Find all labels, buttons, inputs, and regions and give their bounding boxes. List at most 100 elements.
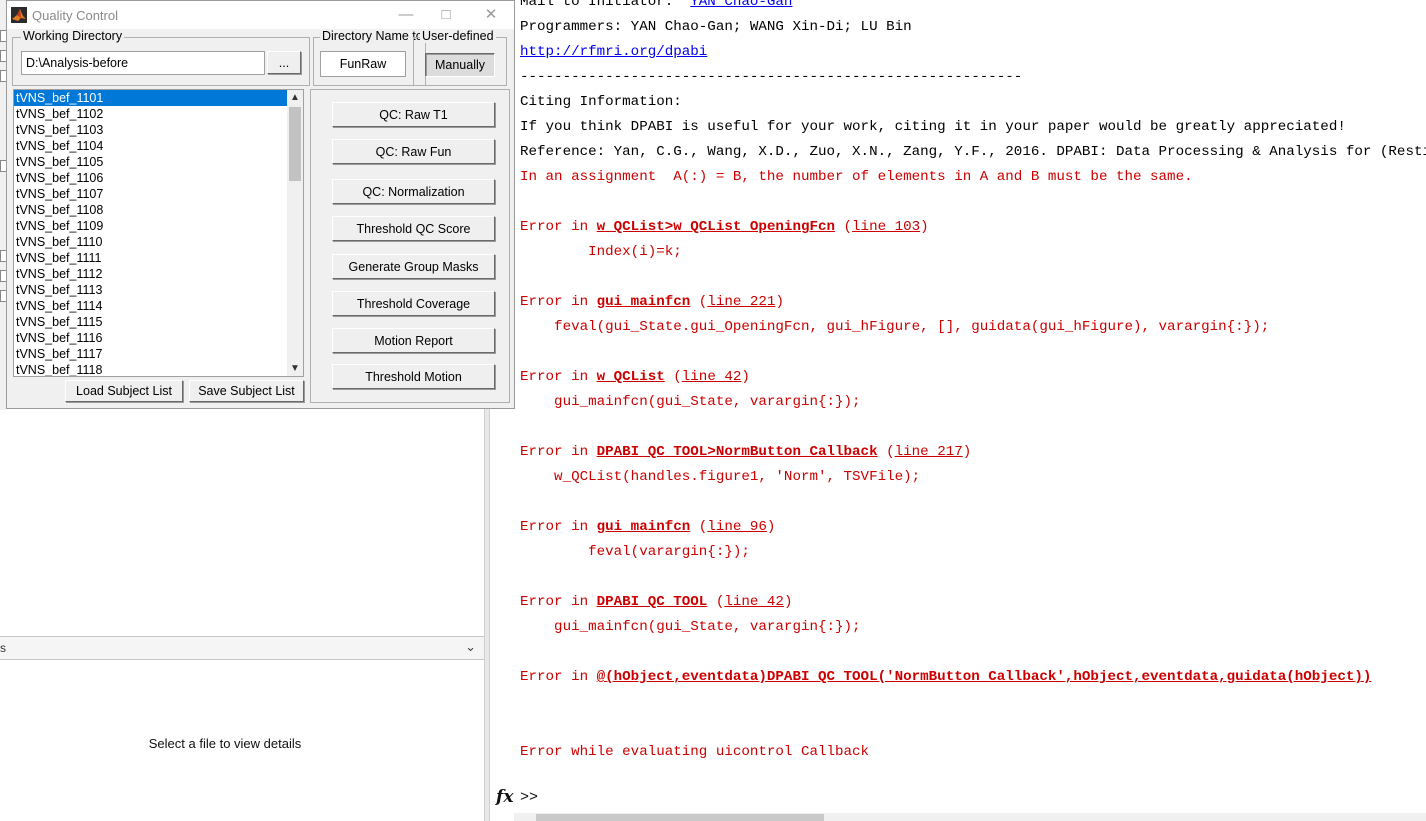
command-link[interactable]: @(hObject,eventdata)DPABI_QC_TOOL('NormB… (597, 669, 1372, 685)
manually-button[interactable]: Manually (425, 53, 495, 77)
command-text: Mail to Initiator: (520, 0, 691, 10)
subject-list-item[interactable]: tVNS_bef_1116 (14, 330, 303, 346)
maximize-icon[interactable]: □ (431, 4, 461, 26)
scroll-up-icon[interactable]: ▲ (287, 90, 303, 105)
subject-list-item[interactable]: tVNS_bef_1105 (14, 154, 303, 170)
qc-action-button[interactable]: Threshold Motion (332, 364, 495, 389)
command-link[interactable]: http://rfmri.org/dpabi (520, 44, 707, 60)
command-line: Error in DPABI_QC_TOOL>NormButton_Callba… (520, 440, 1426, 465)
command-text: ) (920, 219, 929, 235)
command-link[interactable]: line 42 (724, 594, 784, 610)
command-line: feval(varargin{:}); (520, 540, 1426, 565)
details-header-label: s (0, 641, 6, 655)
command-line: Error in DPABI_QC_TOOL (line 42) (520, 590, 1426, 615)
subject-list-scrollbar[interactable]: ▲ ▼ (287, 90, 303, 376)
command-line: Error while evaluating uicontrol Callbac… (520, 740, 1426, 765)
working-directory-label: Working Directory (21, 29, 125, 43)
qc-action-button[interactable]: Generate Group Masks (332, 254, 495, 279)
command-link[interactable]: line 103 (852, 219, 920, 235)
command-text: ( (877, 444, 895, 460)
close-icon[interactable]: ✕ (476, 4, 506, 26)
qc-action-button[interactable]: QC: Normalization (332, 179, 495, 204)
subject-list-item[interactable]: tVNS_bef_1103 (14, 122, 303, 138)
command-window-output: Mail to Initiator: YAN Chao-Gan Programme… (520, 0, 1426, 780)
qc-action-button[interactable]: QC: Raw T1 (332, 102, 495, 127)
subject-list-item[interactable]: tVNS_bef_1113 (14, 282, 303, 298)
command-text: ( (707, 594, 725, 610)
command-link[interactable]: gui_mainfcn (597, 519, 691, 535)
command-link[interactable]: w_QCList (597, 369, 665, 385)
command-line: Mail to Initiator: YAN Chao-Gan (520, 0, 1426, 15)
command-text: ( (664, 369, 682, 385)
command-link[interactable]: line 217 (895, 444, 963, 460)
subject-list-item[interactable]: tVNS_bef_1115 (14, 314, 303, 330)
command-text: Error in (520, 669, 597, 685)
browse-button[interactable]: ... (267, 51, 301, 74)
qc-action-button[interactable]: Threshold Coverage (332, 291, 495, 316)
command-link[interactable]: w_QCList>w_QCList_OpeningFcn (597, 219, 835, 235)
command-text: gui_mainfcn(gui_State, varargin{:}); (520, 394, 861, 410)
command-line: Programmers: YAN Chao-Gan; WANG Xin-Di; … (520, 15, 1426, 40)
command-text: Programmers: YAN Chao-Gan; WANG Xin-Di; … (520, 19, 912, 35)
subject-list-item[interactable]: tVNS_bef_1111 (14, 250, 303, 266)
command-line: Error in w_QCList>w_QCList_OpeningFcn (l… (520, 215, 1426, 240)
command-text: Error in (520, 594, 597, 610)
subject-list-item[interactable]: tVNS_bef_1106 (14, 170, 303, 186)
command-line (520, 565, 1426, 590)
subject-list-item[interactable]: tVNS_bef_1112 (14, 266, 303, 282)
subject-list-item[interactable]: tVNS_bef_1118 (14, 362, 303, 376)
command-text: Error in (520, 444, 597, 460)
subject-list-item[interactable]: tVNS_bef_1104 (14, 138, 303, 154)
directory-name-input[interactable] (320, 51, 406, 77)
scrollbar-thumb[interactable] (536, 814, 824, 821)
command-line: Index(i)=k; (520, 240, 1426, 265)
save-subject-list-button[interactable]: Save Subject List (189, 380, 304, 402)
command-prompt[interactable]: >> (520, 789, 538, 806)
directory-name-label: Directory Name to (320, 29, 425, 43)
command-link[interactable]: line 42 (682, 369, 742, 385)
fx-icon[interactable]: fx (496, 787, 513, 807)
command-text: gui_mainfcn(gui_State, varargin{:}); (520, 619, 861, 635)
command-text: Index(i)=k; (520, 244, 682, 260)
subject-listbox[interactable]: tVNS_bef_1101 tVNS_bef_1102 tVNS_bef_1103 t… (13, 89, 304, 377)
scroll-down-icon[interactable]: ▼ (287, 361, 303, 376)
qc-action-button[interactable]: Threshold QC Score (332, 216, 495, 241)
working-directory-input[interactable] (21, 51, 265, 75)
command-text: ----------------------------------------… (520, 69, 1023, 85)
subject-list-item[interactable]: tVNS_bef_1110 (14, 234, 303, 250)
command-horizontal-scrollbar[interactable] (514, 813, 1426, 821)
quality-control-dialog: Quality Control — □ ✕ Working Directory … (6, 0, 515, 409)
qc-action-button[interactable]: QC: Raw Fun (332, 139, 495, 164)
command-link[interactable]: DPABI_QC_TOOL (597, 594, 708, 610)
dialog-title-bar[interactable]: Quality Control — □ ✕ (7, 1, 514, 29)
command-line: Error in gui_mainfcn (line 96) (520, 515, 1426, 540)
command-text: Error in (520, 219, 597, 235)
command-text: ) (766, 519, 776, 535)
chevron-down-icon[interactable]: ⌄ (465, 639, 476, 655)
subject-list-item[interactable]: tVNS_bef_1102 (14, 106, 303, 122)
subject-list-item[interactable]: tVNS_bef_1108 (14, 202, 303, 218)
details-panel-header[interactable]: s ⌄ (0, 636, 484, 660)
command-text: ) (962, 444, 972, 460)
subject-list-item[interactable]: tVNS_bef_1117 (14, 346, 303, 362)
command-link[interactable]: line 96 (707, 519, 767, 535)
command-line (520, 640, 1426, 665)
command-link[interactable]: gui_mainfcn (597, 294, 691, 310)
subject-list-item[interactable]: tVNS_bef_1114 (14, 298, 303, 314)
command-line: ----------------------------------------… (520, 65, 1426, 90)
subject-list-item[interactable]: tVNS_bef_1101 (14, 90, 303, 106)
scrollbar-thumb[interactable] (289, 107, 301, 181)
command-prompt-area[interactable]: fx >> (496, 787, 1396, 811)
details-message: Select a file to view details (148, 736, 302, 751)
command-link[interactable]: YAN Chao-Gan (690, 0, 792, 10)
subject-list-item[interactable]: tVNS_bef_1109 (14, 218, 303, 234)
command-line: If you think DPABI is useful for your wo… (520, 115, 1426, 140)
command-text: If you think DPABI is useful for your wo… (520, 119, 1346, 135)
qc-action-button[interactable]: Motion Report (332, 328, 495, 353)
command-link[interactable]: DPABI_QC_TOOL>NormButton_Callback (597, 444, 878, 460)
command-line: In an assignment A(:) = B, the number of… (520, 165, 1426, 190)
command-link[interactable]: line 221 (707, 294, 775, 310)
load-subject-list-button[interactable]: Load Subject List (65, 380, 183, 402)
subject-list-item[interactable]: tVNS_bef_1107 (14, 186, 303, 202)
minimize-icon[interactable]: — (391, 4, 421, 26)
